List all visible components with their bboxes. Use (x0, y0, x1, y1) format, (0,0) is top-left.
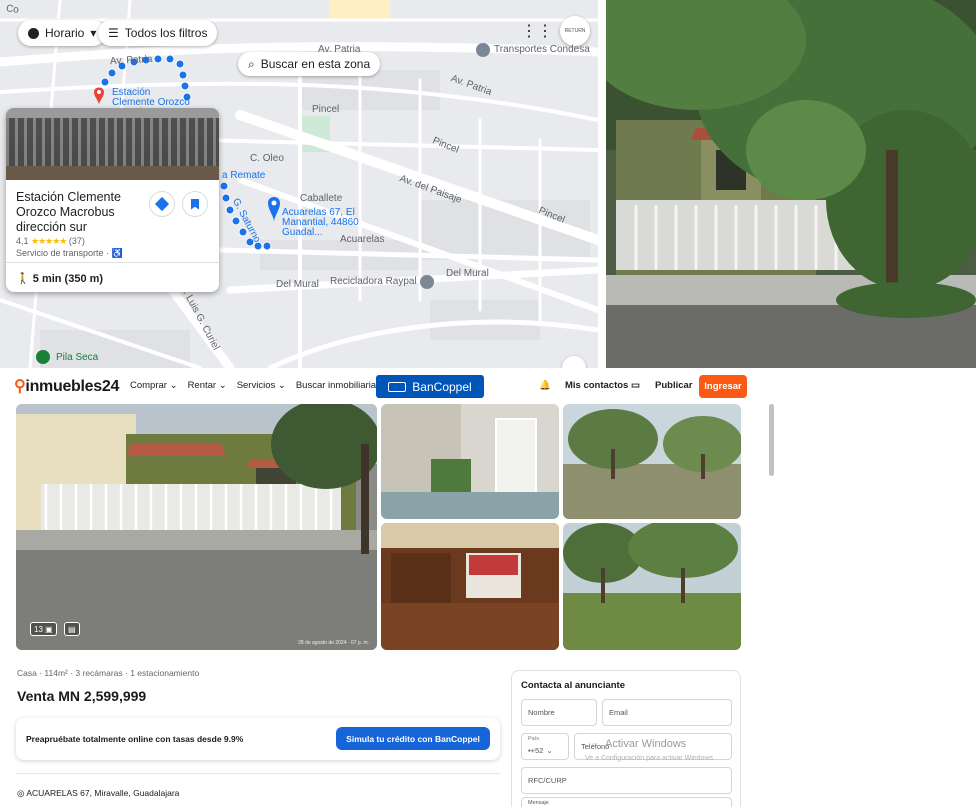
search-this-area-label: Buscar en esta zona (260, 57, 371, 71)
name-field[interactable]: Nombre (521, 699, 597, 726)
all-filters-chip[interactable]: ☰ Todos los filtros (98, 20, 218, 46)
walking-icon: 🚶 (16, 273, 30, 285)
account-avatar-text: RETURN (564, 28, 586, 34)
chat-icon: ▭ (631, 380, 640, 391)
publish-link[interactable]: Publicar (655, 380, 693, 391)
transit-poi-icon[interactable] (476, 43, 490, 57)
street-label-av-patria: Av. Patria (109, 53, 153, 68)
windows-activation-subtext: Ve a Configuración para activar Windows. (585, 755, 715, 762)
windows-activation-watermark: Activar Windows (605, 738, 687, 750)
location-icon: ◎ (17, 788, 25, 798)
street-label-remate: a Remate (222, 170, 266, 181)
nav-comprar[interactable]: Comprar ⌄ (130, 380, 178, 391)
review-count[interactable]: (37) (69, 236, 85, 246)
place-title: Estación Clemente Orozco Macrobus direcc… (16, 190, 121, 234)
photo-date: 28 de agosto de 2024 · 07 p. m. (298, 640, 369, 646)
divider (6, 262, 219, 263)
horario-label: Horario (45, 26, 85, 40)
street-label-av-patria-2: Av. Patria (318, 44, 361, 55)
bookmark-icon (191, 198, 199, 210)
bancoppel-banner[interactable]: BanCoppel (376, 375, 484, 398)
save-button[interactable] (182, 191, 208, 217)
street-label-del-mural: Del Mural (276, 279, 319, 290)
poi-label-reciclador[interactable]: Recicladora Raypal (330, 276, 417, 287)
place-category: Servicio de transporte · ♿ (16, 248, 123, 258)
kitchen-photo (381, 523, 559, 650)
apps-grid-icon[interactable]: ⋮⋮ (521, 16, 553, 46)
listing-page: ⚲inmuebles24 Comprar ⌄ Rentar ⌄ Servicio… (0, 368, 976, 807)
contact-form-title: Contacta al anunciante (521, 680, 625, 691)
bell-icon[interactable]: 🔔 (539, 380, 551, 391)
street-view-image (606, 0, 976, 368)
thumbnail-entrance[interactable] (381, 404, 559, 519)
street-label: Co (5, 3, 20, 16)
nav-buscar-inmobiliarias[interactable]: Buscar inmobiliarias (296, 380, 381, 391)
floorplan-icon: ▤ (68, 624, 76, 634)
scrollbar-thumb[interactable] (769, 404, 774, 476)
house-photo (16, 404, 377, 650)
directions-icon (154, 196, 170, 212)
account-avatar[interactable]: RETURN (560, 16, 590, 46)
credit-promo-banner: Preapruébate totalmente online con tasas… (16, 718, 500, 760)
thumbnail-kitchen[interactable] (381, 523, 559, 650)
page-scrollbar[interactable] (768, 368, 776, 807)
destination-label[interactable]: Acuarelas 67, El Manantial, 44860 Guadal… (282, 208, 392, 238)
email-field[interactable]: Email (602, 699, 732, 726)
park-photo-1 (563, 404, 741, 519)
place-rating: 4,1 ★★★★★ (37) (16, 236, 85, 246)
thumbnail-park-1[interactable] (563, 404, 741, 519)
floorplan-badge[interactable]: ▤ (64, 622, 80, 636)
main-listing-photo[interactable]: 13 ▣ ▤ 28 de agosto de 2024 · 07 p. m. (16, 404, 377, 650)
street-view-photo[interactable] (606, 0, 976, 368)
login-button[interactable]: Ingresar (699, 375, 747, 398)
country-code-select[interactable]: País ▪ +52 ⌄ (521, 733, 569, 760)
park-poi-icon[interactable] (36, 350, 50, 364)
clock-icon (28, 27, 39, 39)
street-label-del-mural-2: Del Mural (446, 268, 489, 279)
property-features: Casa · 114m² · 3 recámaras · 1 estaciona… (17, 668, 200, 678)
property-address[interactable]: ◎ ACUARELAS 67, Miravalle, Guadalajara (17, 788, 179, 799)
location-pin-icon: ⚲ (14, 378, 26, 395)
entrance-photo (381, 404, 559, 519)
promo-text: Preapruébate totalmente online con tasas… (26, 734, 244, 744)
place-card[interactable]: Estación Clemente Orozco Macrobus direcc… (6, 108, 219, 292)
divider (16, 773, 500, 774)
wheelchair-icon: ♿ (111, 248, 123, 258)
property-price: Venta MN 2,599,999 (17, 688, 147, 704)
main-nav: Comprar ⌄ Rentar ⌄ Servicios ⌄ Buscar in… (130, 380, 381, 391)
place-photo[interactable] (6, 108, 219, 180)
walking-time[interactable]: 🚶 5 min (350 m) (16, 272, 103, 285)
site-logo[interactable]: ⚲inmuebles24 (14, 376, 119, 396)
poi-label-pila-seca[interactable]: Pila Seca (56, 352, 98, 363)
bancoppel-logo-icon (388, 381, 407, 392)
horario-filter-chip[interactable]: Horario ▾ (18, 20, 107, 46)
simulate-credit-button[interactable]: Simula tu crédito con BanCoppel (336, 727, 490, 750)
street-label-pincel: Pincel (312, 104, 340, 115)
message-field[interactable]: Mensaje (521, 797, 732, 807)
recycling-poi-icon[interactable] (420, 275, 434, 289)
chevron-down-icon: ⌄ (546, 746, 553, 755)
my-contacts-link[interactable]: Mis contactos ▭ (565, 380, 640, 391)
search-icon: ⌕ (248, 56, 255, 71)
filters-icon: ☰ (108, 26, 119, 40)
street-label-oleo: C. Oleo (250, 153, 284, 164)
street-label-caballete: Caballete (300, 193, 343, 204)
camera-icon: ▣ (45, 624, 53, 634)
all-filters-label: Todos los filtros (124, 26, 208, 40)
search-this-area-button[interactable]: ⌕ Buscar en esta zona (238, 52, 381, 76)
thumbnail-park-2[interactable] (563, 523, 741, 650)
dropdown-caret-icon: ▾ (90, 26, 97, 40)
poi-label-transportes[interactable]: Transportes Condesa (494, 44, 590, 55)
park-photo-2 (563, 523, 741, 650)
directions-button[interactable] (149, 191, 175, 217)
rating-stars: ★★★★★ (31, 236, 67, 246)
nav-servicios[interactable]: Servicios ⌄ (237, 380, 286, 391)
photo-count-badge[interactable]: 13 ▣ (30, 622, 57, 636)
rfc-curp-field[interactable]: RFC/CURP (521, 767, 732, 794)
map-panel[interactable]: Horario ▾ ☰ Todos los filtros ⋮⋮ RETURN … (0, 0, 598, 368)
nav-rentar[interactable]: Rentar ⌄ (188, 380, 227, 391)
